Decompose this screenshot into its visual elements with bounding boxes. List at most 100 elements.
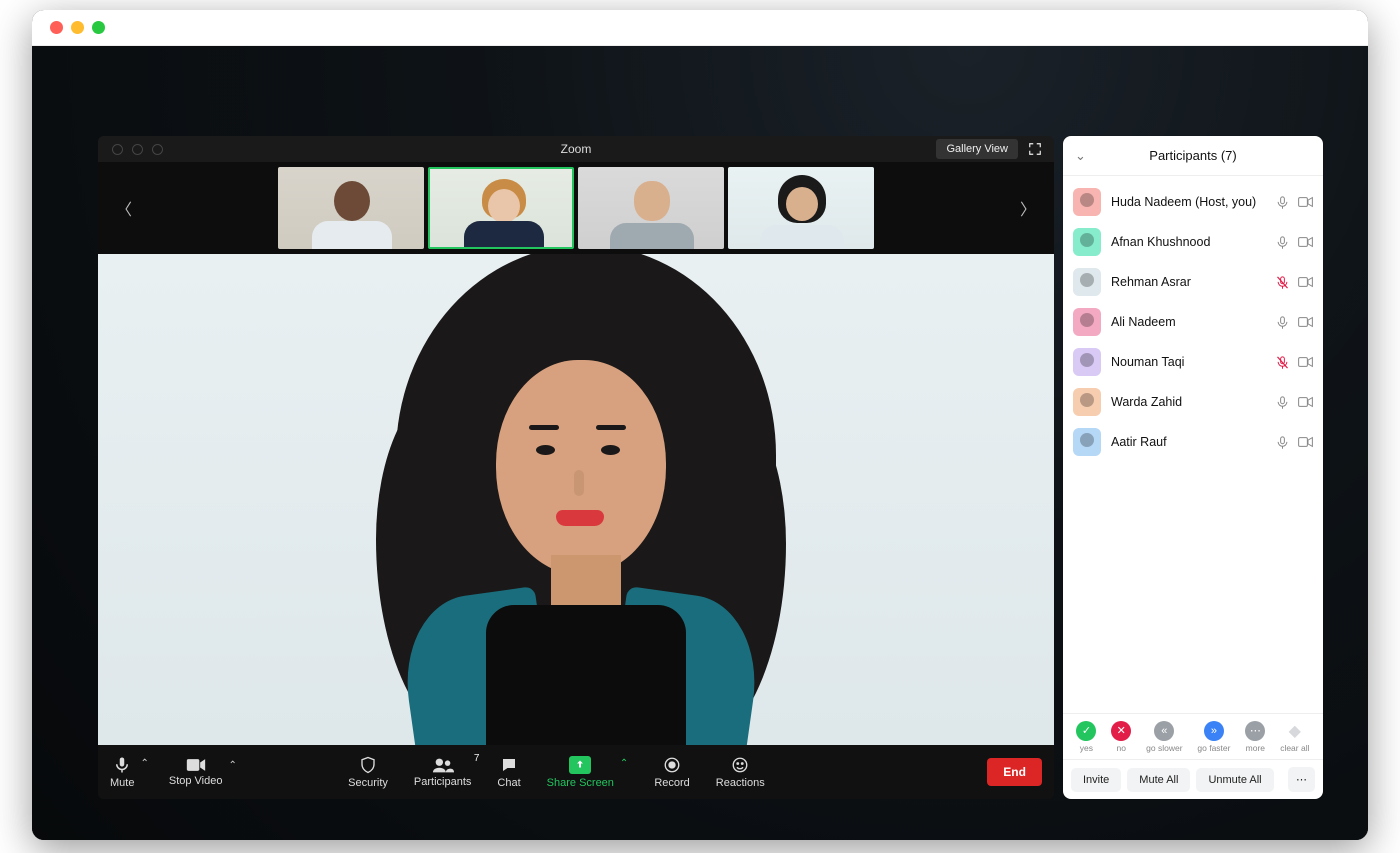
participant-thumbnail[interactable] <box>278 167 424 249</box>
feedback-label: go faster <box>1197 743 1230 753</box>
mute-button[interactable]: Mute <box>110 756 134 789</box>
participant-row[interactable]: Huda Nadeem (Host, you) <box>1063 182 1323 222</box>
gallery-view-button[interactable]: Gallery View <box>936 139 1018 159</box>
mic-status-icon <box>1275 315 1290 330</box>
more-feedback-icon: ⋯ <box>1245 721 1265 741</box>
mac-titlebar <box>32 10 1368 46</box>
record-button[interactable]: Record <box>654 756 689 789</box>
participant-thumbnail[interactable] <box>428 167 574 249</box>
feedback-go-faster[interactable]: » go faster <box>1197 721 1230 753</box>
participant-name: Warda Zahid <box>1111 395 1265 409</box>
participant-row[interactable]: Nouman Taqi <box>1063 342 1323 382</box>
collapse-panel-button[interactable]: ⌄ <box>1075 148 1086 164</box>
feedback-label: no <box>1117 743 1126 753</box>
feedback-label: more <box>1246 743 1265 753</box>
video-options-caret[interactable]: ⌃ <box>228 760 236 771</box>
zoom-close-button[interactable] <box>112 144 123 155</box>
avatar <box>1073 428 1101 456</box>
participant-thumbnail[interactable] <box>578 167 724 249</box>
participant-row[interactable]: Rehman Asrar <box>1063 262 1323 302</box>
avatar <box>1073 348 1101 376</box>
participant-row[interactable]: Ali Nadeem <box>1063 302 1323 342</box>
share-screen-button[interactable]: Share Screen <box>547 756 614 789</box>
security-label: Security <box>348 777 388 789</box>
record-icon <box>663 756 681 774</box>
invite-button[interactable]: Invite <box>1071 768 1121 792</box>
video-icon <box>186 758 206 772</box>
mute-label: Mute <box>110 777 134 789</box>
share-icon <box>569 756 591 774</box>
participant-name: Afnan Khushnood <box>1111 235 1265 249</box>
go-slower-icon: « <box>1154 721 1174 741</box>
participant-name: Rehman Asrar <box>1111 275 1265 289</box>
mute-all-button[interactable]: Mute All <box>1127 768 1190 792</box>
security-button[interactable]: Security <box>348 756 388 789</box>
end-meeting-button[interactable]: End <box>987 758 1042 786</box>
feedback-no[interactable]: ✕ no <box>1111 721 1131 753</box>
camera-status-icon <box>1298 435 1313 450</box>
camera-status-icon <box>1298 315 1313 330</box>
more-actions-button[interactable]: ⋯ <box>1288 767 1315 792</box>
feedback-yes[interactable]: ✓ yes <box>1076 721 1096 753</box>
camera-status-icon <box>1298 275 1313 290</box>
thumbnail-strip: 〈 <box>98 162 1054 254</box>
speaker-illustration <box>356 275 796 745</box>
camera-status-icon <box>1298 235 1313 250</box>
feedback-more[interactable]: ⋯ more <box>1245 721 1265 753</box>
participant-thumbnail[interactable] <box>728 167 874 249</box>
people-icon <box>432 757 454 773</box>
meeting-toolbar: Mute ⌃ Stop Video ⌃ <box>98 745 1054 799</box>
zoom-maximize-button[interactable] <box>152 144 163 155</box>
panel-spacer <box>1063 468 1323 713</box>
participant-row[interactable]: Warda Zahid <box>1063 382 1323 422</box>
zoom-window-controls <box>112 144 163 155</box>
avatar <box>1073 228 1101 256</box>
avatar <box>1073 268 1101 296</box>
reactions-button[interactable]: Reactions <box>716 756 765 789</box>
mute-options-caret[interactable]: ⌃ <box>140 758 148 769</box>
chat-icon <box>500 756 518 774</box>
mac-zoom-button[interactable] <box>92 21 105 34</box>
desktop-background: Zoom Gallery View 〈 <box>32 46 1368 840</box>
thumbnails-prev-button[interactable]: 〈 <box>108 188 140 228</box>
stop-video-button[interactable]: Stop Video <box>169 758 223 787</box>
feedback-clear-all[interactable]: ◆ clear all <box>1280 721 1309 753</box>
unmute-all-button[interactable]: Unmute All <box>1196 768 1273 792</box>
avatar <box>1073 308 1101 336</box>
camera-status-icon <box>1298 395 1313 410</box>
fullscreen-icon[interactable] <box>1024 138 1046 160</box>
participant-row[interactable]: Afnan Khushnood <box>1063 222 1323 262</box>
avatar <box>1073 388 1101 416</box>
zoom-titlebar: Zoom Gallery View <box>98 136 1054 162</box>
share-options-caret[interactable]: ⌃ <box>620 758 628 769</box>
mic-status-icon <box>1275 395 1290 410</box>
reactions-icon <box>731 756 749 774</box>
reactions-label: Reactions <box>716 777 765 789</box>
mic-status-icon <box>1275 235 1290 250</box>
participants-button[interactable]: 7 Participants <box>414 757 471 788</box>
mac-minimize-button[interactable] <box>71 21 84 34</box>
participants-panel-title: Participants (7) <box>1149 148 1236 163</box>
share-screen-label: Share Screen <box>547 777 614 789</box>
zoom-minimize-button[interactable] <box>132 144 143 155</box>
camera-status-icon <box>1298 195 1313 210</box>
record-label: Record <box>654 777 689 789</box>
camera-status-icon <box>1298 355 1313 370</box>
zoom-window-title: Zoom <box>561 142 592 156</box>
participants-panel-actions: Invite Mute All Unmute All ⋯ <box>1063 759 1323 799</box>
feedback-go-slower[interactable]: « go slower <box>1146 721 1182 753</box>
chat-button[interactable]: Chat <box>497 756 520 789</box>
mic-status-icon <box>1275 355 1290 370</box>
chat-label: Chat <box>497 777 520 789</box>
mac-close-button[interactable] <box>50 21 63 34</box>
clear-all-icon: ◆ <box>1285 721 1305 741</box>
participant-row[interactable]: Aatir Rauf <box>1063 422 1323 462</box>
thumbnails-next-button[interactable]: 〉 <box>1012 188 1044 228</box>
microphone-icon <box>113 756 131 774</box>
mic-status-icon <box>1275 275 1290 290</box>
nonverbal-feedback-row: ✓ yes ✕ no « go slower » go faster ⋯ m <box>1063 713 1323 759</box>
mic-status-icon <box>1275 195 1290 210</box>
zoom-meeting-window: Zoom Gallery View 〈 <box>98 136 1054 799</box>
mac-window: Zoom Gallery View 〈 <box>32 10 1368 840</box>
feedback-label: go slower <box>1146 743 1182 753</box>
